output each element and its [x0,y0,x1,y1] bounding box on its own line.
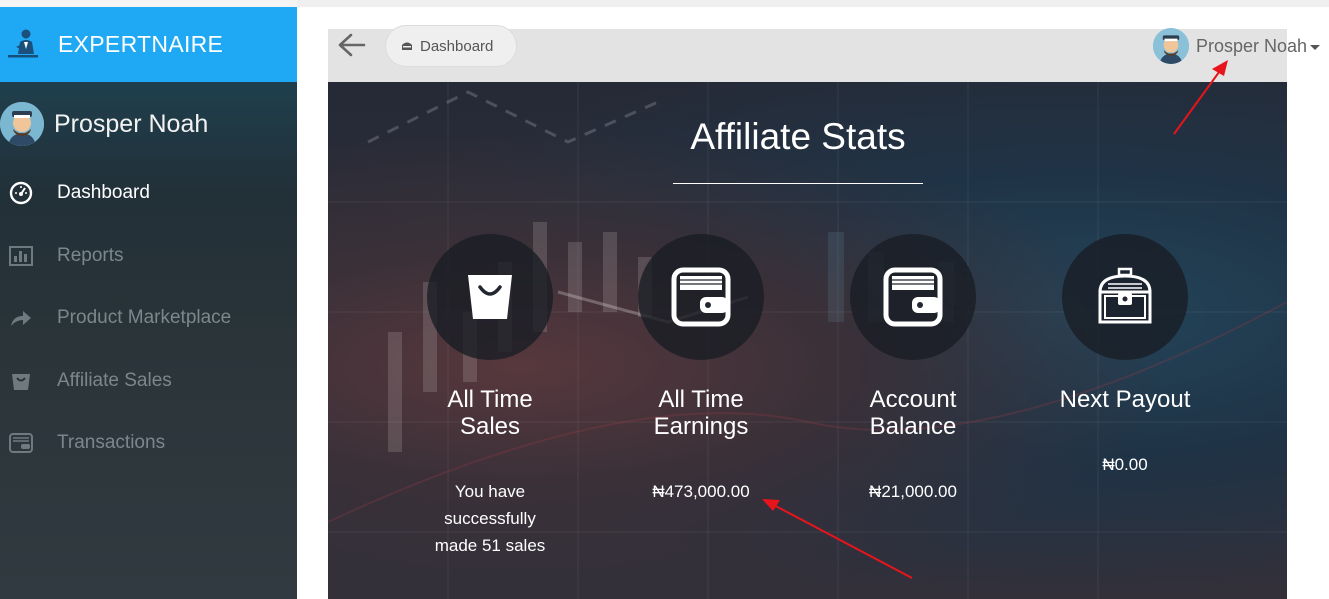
chevron-down-icon [1310,45,1321,50]
stats-title: Affiliate Stats [690,116,906,157]
stat-value: ₦0.00 [1102,455,1148,474]
sidebar-item-label: Transactions [57,432,166,454]
top-strip [297,0,1329,7]
stat-card-account-balance: Account Balance ₦21,000.00 [808,234,1018,505]
brand-logo-icon [8,29,38,57]
sidebar-item-dashboard[interactable]: Dashboard [0,162,297,225]
stat-value: You have successfully made 51 sales [434,482,546,555]
speedometer-icon [9,181,33,205]
avatar [1153,28,1189,64]
dashboard-icon [402,42,412,50]
wallet-icon [9,431,33,455]
sidebar: EXPERTNAIRE Prosper Noah Dashboard Repor… [0,7,297,599]
stat-icon-circle [427,234,553,360]
stat-value: ₦21,000.00 [869,482,957,501]
wallet-icon [883,267,943,327]
wallet-icon [671,267,731,327]
back-arrow-icon[interactable] [337,32,367,58]
profile-name: Prosper Noah [54,109,209,138]
stat-icon-circle [638,234,764,360]
bar-chart-icon [9,244,33,268]
share-arrow-icon [9,306,33,330]
shopping-bag-icon [468,275,512,319]
sidebar-item-transactions[interactable]: Transactions [0,412,297,475]
user-avatar-icon [1153,28,1189,64]
sidebar-item-reports[interactable]: Reports [0,225,297,288]
user-avatar-icon [0,102,44,146]
avatar [0,102,44,146]
stat-card-next-payout: Next Payout ₦0.00 [1020,234,1230,478]
affiliate-stats-panel: Affiliate Stats All Time Sales You have … [328,82,1287,599]
sidebar-item-label: Dashboard [57,182,150,204]
sidebar-profile[interactable]: Prosper Noah [0,99,208,149]
stat-label: Account Balance [869,386,957,440]
sidebar-item-affiliate-sales[interactable]: Affiliate Sales [0,350,297,413]
title-divider [673,183,923,184]
stat-card-all-time-earnings: All Time Earnings ₦473,000.00 [596,234,806,505]
stat-label: Next Payout [1059,386,1191,413]
stat-label: All Time Earnings [653,386,749,440]
stat-icon-circle [850,234,976,360]
sidebar-item-label: Product Marketplace [57,307,232,329]
stat-card-all-time-sales: All Time Sales You have successfully mad… [385,234,595,559]
brand-name: EXPERTNAIRE [58,31,224,57]
user-name: Prosper Noah [1196,35,1308,56]
user-menu-dropdown[interactable]: Prosper Noah [1153,27,1321,65]
sidebar-item-label: Affiliate Sales [57,369,172,391]
stat-label: All Time Sales [447,386,533,440]
stat-value: ₦473,000.00 [652,482,750,501]
brand-header[interactable]: EXPERTNAIRE [0,7,297,82]
stat-icon-circle [1062,234,1188,360]
treasure-chest-icon [1098,267,1152,324]
breadcrumb[interactable]: Dashboard [385,25,517,67]
sidebar-item-label: Reports [57,244,124,266]
breadcrumb-label: Dashboard [420,37,494,55]
basket-icon [9,369,33,393]
sidebar-nav: Dashboard Reports Product Marketplace Af… [0,162,297,475]
sidebar-item-product-marketplace[interactable]: Product Marketplace [0,287,297,350]
